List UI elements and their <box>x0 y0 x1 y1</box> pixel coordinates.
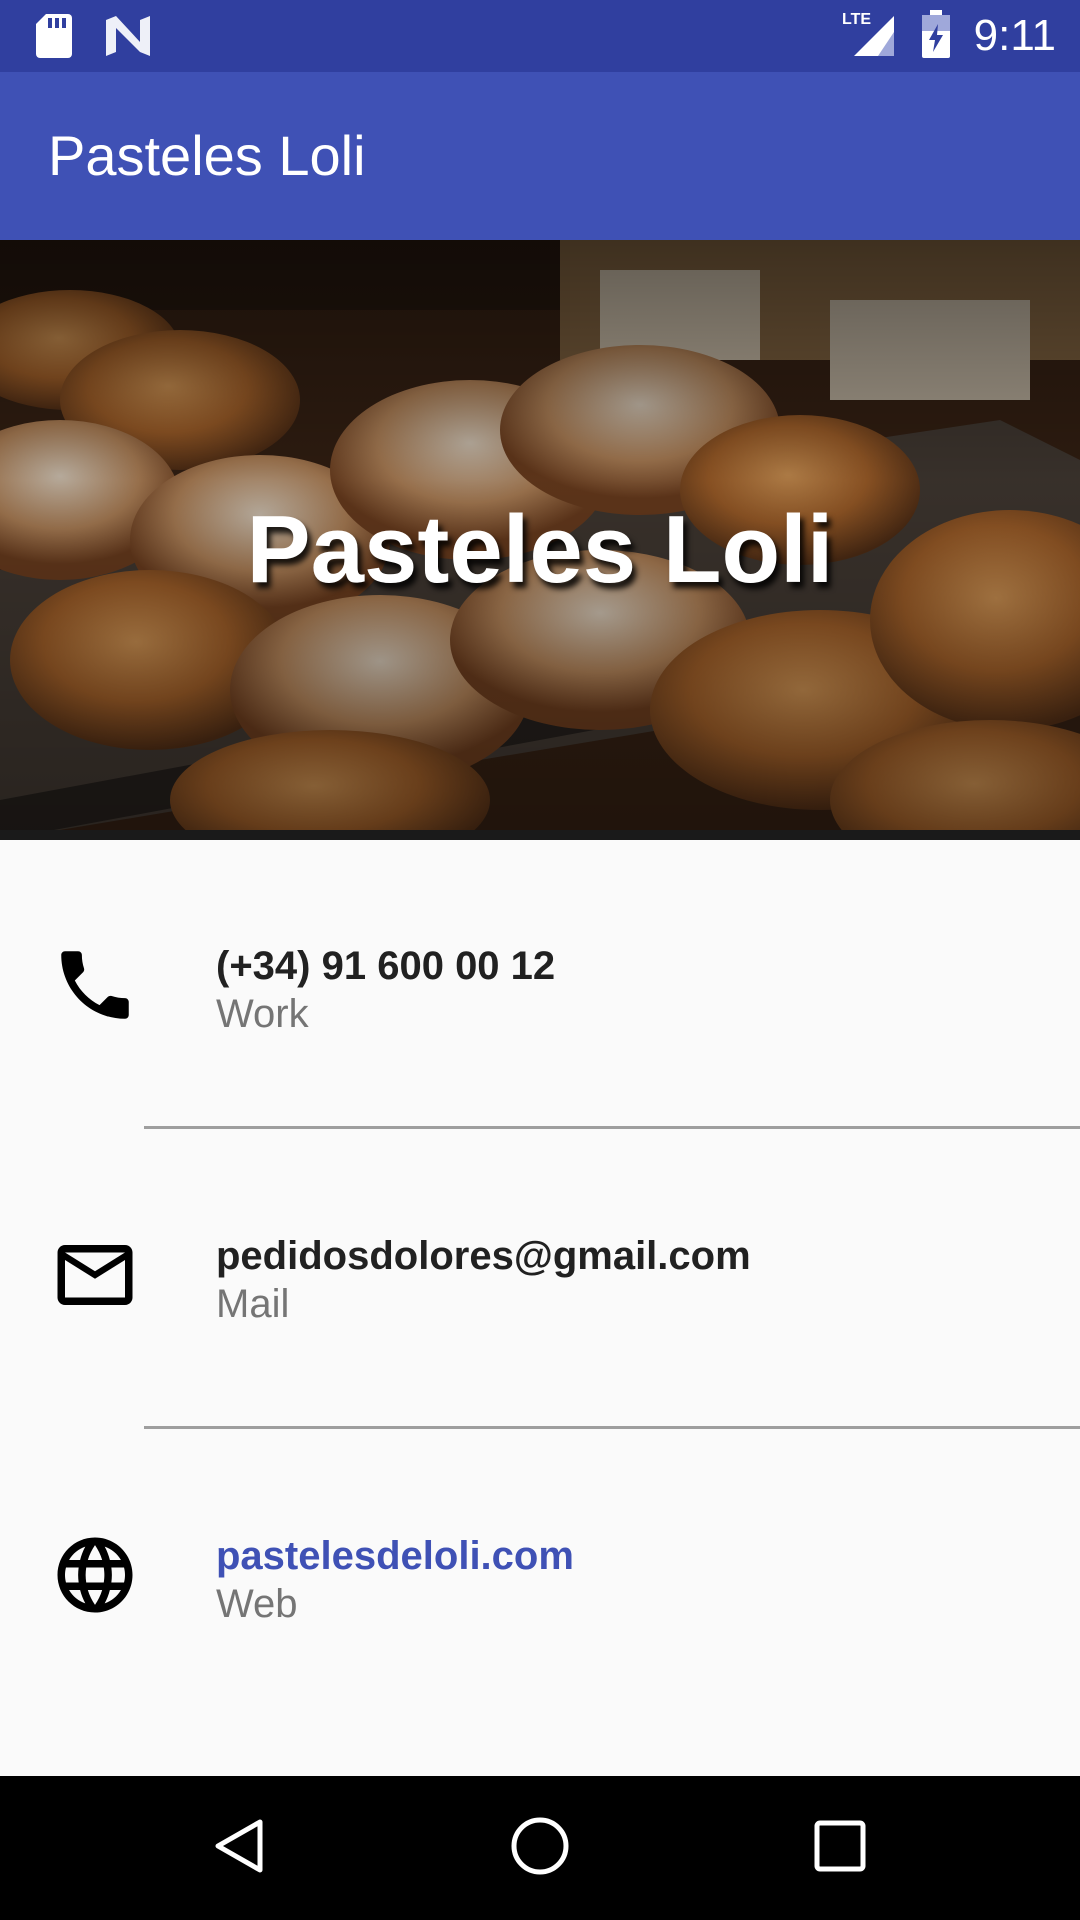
sd-card-icon <box>36 14 72 63</box>
app-title: Pasteles Loli <box>48 124 366 187</box>
phone-icon <box>50 940 140 1030</box>
phone-label: Work <box>216 992 309 1036</box>
website-link[interactable]: pastelesdeloli.com <box>216 1532 574 1580</box>
website-label: Web <box>216 1582 298 1626</box>
divider <box>144 1126 1080 1129</box>
recents-icon <box>812 1818 868 1879</box>
phone-number: (+34) 91 600 00 12 <box>216 944 556 988</box>
home-button[interactable] <box>500 1808 580 1888</box>
screen: LTE 9:11 Pasteles Loli Pasteles Loli (+3… <box>0 0 1080 1920</box>
battery-icon <box>921 9 950 63</box>
status-time: 9:11 <box>973 11 1056 60</box>
list-item-mail[interactable]: pedidosdolores@gmail.com Mail <box>0 1130 1080 1430</box>
nav-bar <box>0 1776 1080 1920</box>
divider <box>144 1426 1080 1429</box>
back-icon <box>210 1816 270 1881</box>
recents-button[interactable] <box>800 1808 880 1888</box>
list-item-web[interactable]: pastelesdeloli.com Web <box>0 1430 1080 1730</box>
network-label: LTE <box>842 11 871 28</box>
mail-icon <box>50 1230 140 1320</box>
home-icon <box>508 1814 572 1883</box>
n-logo-icon <box>106 16 150 61</box>
status-bar: LTE 9:11 <box>0 0 1080 72</box>
globe-icon <box>50 1530 140 1620</box>
hero-title: Pasteles Loli <box>246 496 834 603</box>
back-button[interactable] <box>200 1808 280 1888</box>
email-address: pedidosdolores@gmail.com <box>216 1234 751 1278</box>
email-label: Mail <box>216 1282 290 1326</box>
app-bar: Pasteles Loli <box>0 72 1080 240</box>
list-item-phone[interactable]: (+34) 91 600 00 12 Work <box>0 840 1080 1130</box>
signal-icon: LTE <box>842 10 898 63</box>
hero-banner: Pasteles Loli <box>0 240 1080 840</box>
